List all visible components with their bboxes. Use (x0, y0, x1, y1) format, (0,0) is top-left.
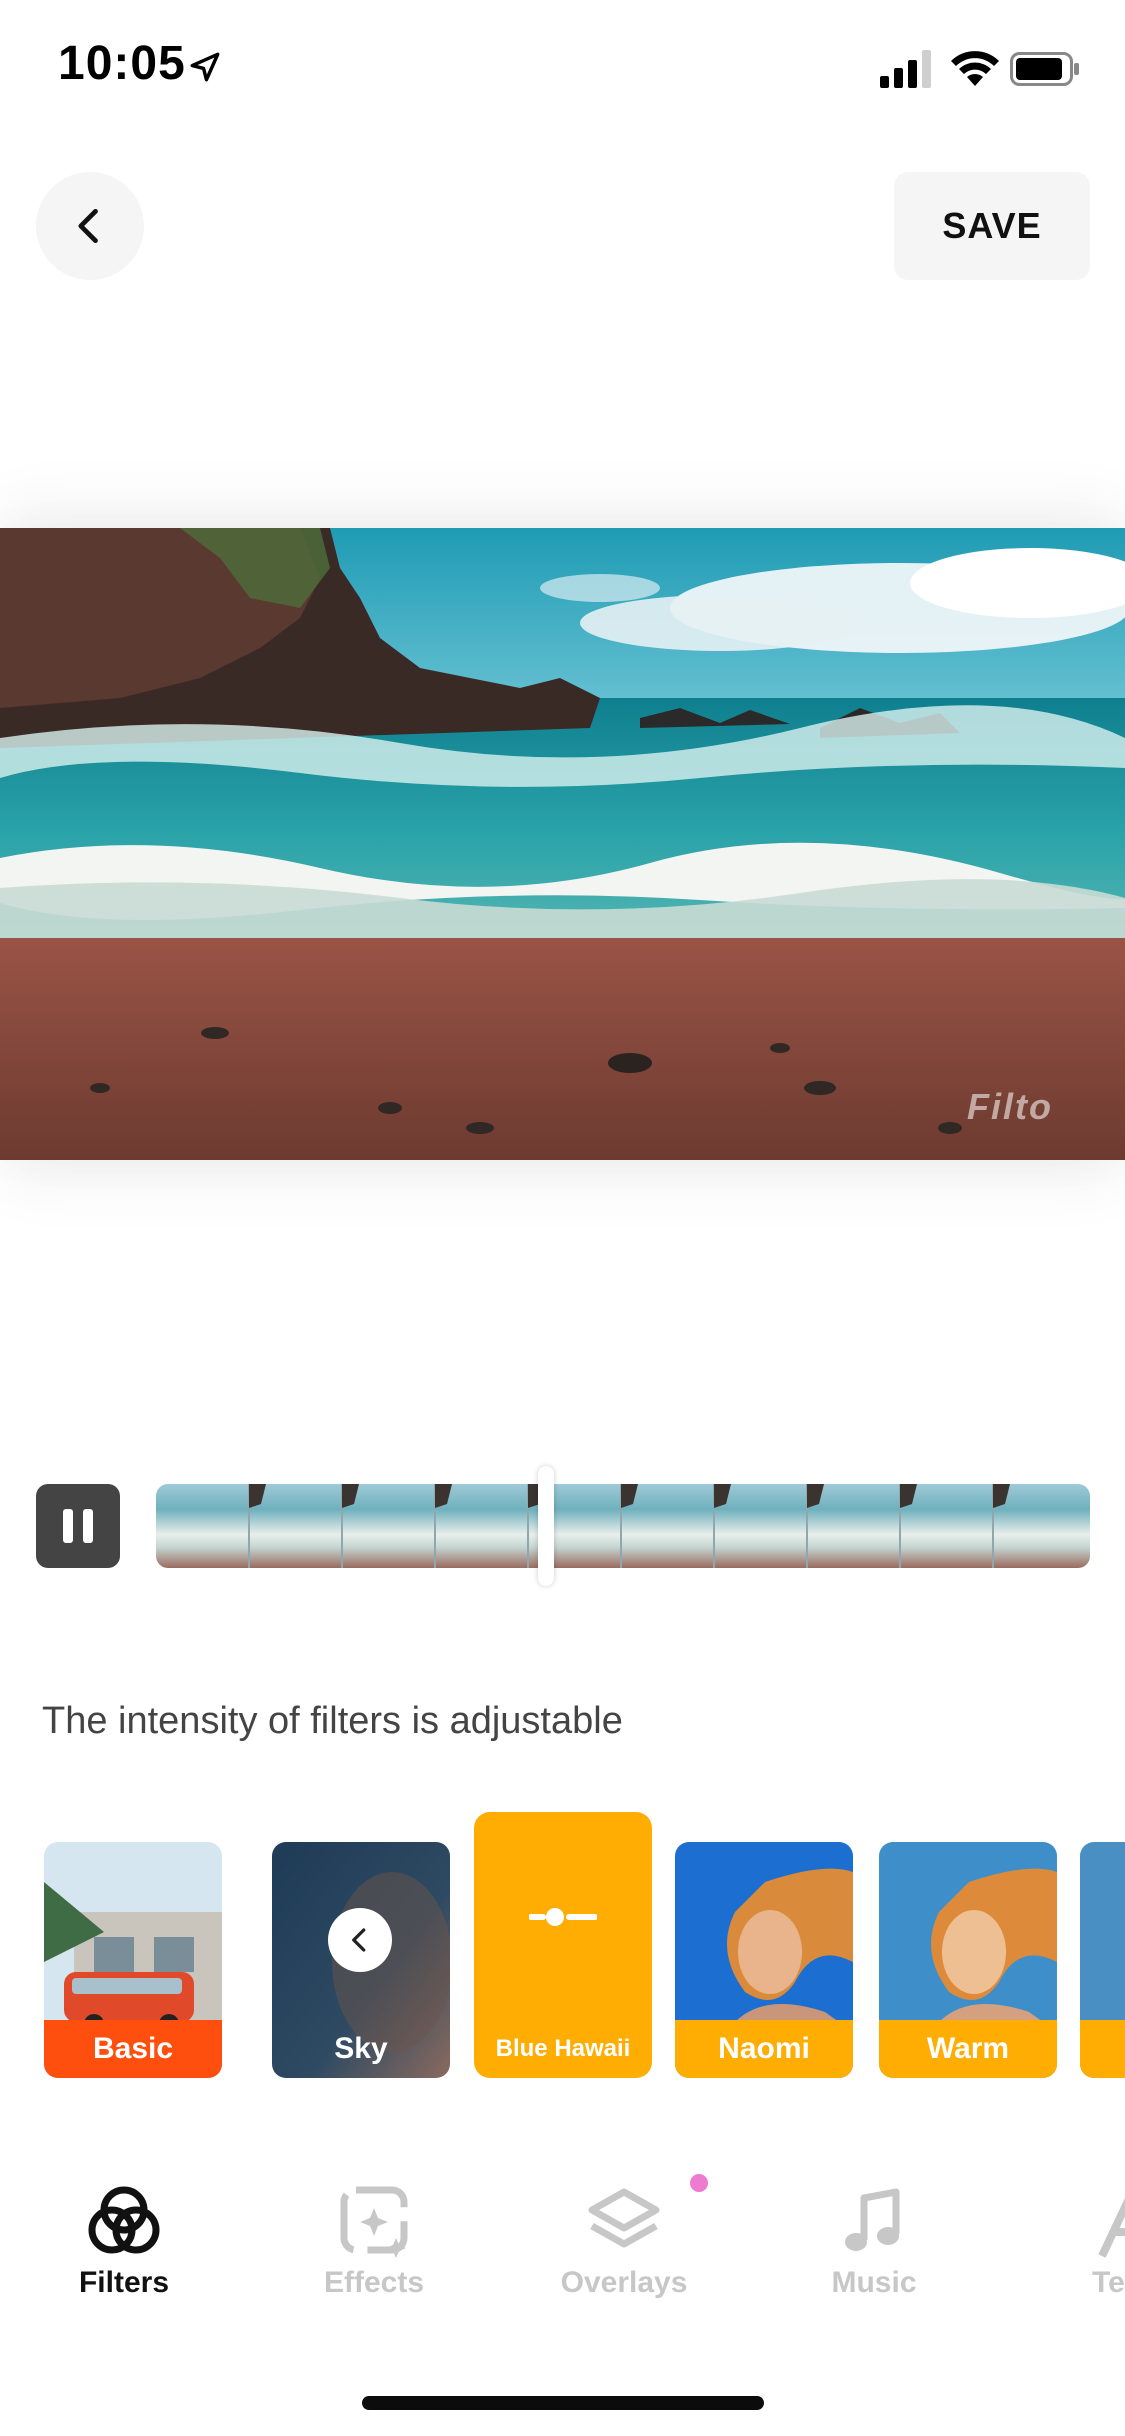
chevron-left-icon (78, 208, 98, 244)
tab-label-effects: Effects (323, 2266, 425, 2299)
filter-intensity-hint: The intensity of filters is adjustable (42, 1700, 623, 1742)
filter-label-blue-hawaii: Blue Hawaii (495, 2035, 631, 2062)
tab-filters[interactable]: Filters (24, 2180, 224, 2300)
tab-label-text: Te (1092, 2266, 1125, 2299)
filter-card-sky[interactable]: Sky (272, 1842, 450, 2078)
overlays-icon (588, 2188, 660, 2248)
video-preview[interactable]: Filto (0, 528, 1125, 1160)
filter-card-warm[interactable]: Warm (879, 1842, 1057, 2078)
tab-label-music: Music (831, 2266, 917, 2299)
collapse-button[interactable] (328, 1908, 392, 1972)
filter-card-blue-hawaii[interactable]: Blue Hawaii (474, 1812, 652, 2078)
filter-card-basic[interactable]: Basic (44, 1842, 222, 2078)
battery-icon (1010, 52, 1079, 86)
location-arrow-icon (190, 52, 220, 82)
filter-card-naomi[interactable]: Naomi (675, 1842, 853, 2078)
home-indicator (362, 2396, 764, 2410)
back-button[interactable] (36, 172, 144, 280)
beach-scene-image (0, 528, 1125, 1160)
tab-label-overlays: Overlays (560, 2266, 688, 2299)
save-button[interactable]: SAVE (894, 172, 1090, 280)
music-note-icon (845, 2188, 900, 2251)
playhead-handle[interactable] (538, 1466, 554, 1586)
new-badge-dot (690, 2174, 708, 2192)
filter-label-warm: Warm (879, 2020, 1057, 2078)
filter-label-basic: Basic (44, 2020, 222, 2078)
pause-button[interactable] (36, 1484, 120, 1568)
filter-label-naomi: Naomi (675, 2020, 853, 2078)
filter-card-next-partial[interactable] (1080, 1842, 1125, 2078)
wifi-icon (951, 51, 999, 86)
cellular-signal-icon (880, 50, 931, 88)
tab-effects[interactable]: Effects (274, 2180, 474, 2300)
tab-label-filters: Filters (78, 2266, 170, 2299)
filter-label-sky: Sky (334, 2032, 388, 2065)
timeline-strip[interactable] (156, 1484, 1090, 1568)
chevron-left-icon (352, 1928, 366, 1952)
tab-overlays[interactable]: Overlays (524, 2180, 724, 2300)
status-time: 10:05 (58, 37, 186, 90)
tab-music[interactable]: Music (774, 2180, 974, 2300)
filters-icon (88, 2186, 160, 2254)
watermark: Filto (967, 1086, 1053, 1127)
pause-icon (63, 1509, 93, 1543)
timeline-thumbnails (156, 1484, 1090, 1568)
intensity-slider-icon (529, 1908, 597, 1926)
effects-icon (340, 2186, 408, 2258)
text-icon (1098, 2197, 1125, 2258)
tab-text-partial[interactable]: Te (1024, 2180, 1125, 2300)
